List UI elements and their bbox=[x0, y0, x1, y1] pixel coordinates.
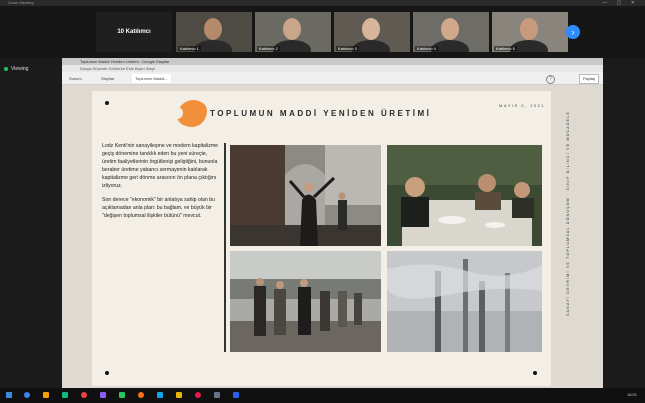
browser-menu[interactable]: Dosya Düzenle Görünüm Ekle Biçim Slayt bbox=[80, 66, 155, 71]
participant-face bbox=[204, 18, 222, 40]
participant-video-tile[interactable]: Katılımcı 2 bbox=[255, 12, 331, 52]
viewing-indicator[interactable]: Viewing bbox=[4, 66, 28, 72]
participant-face bbox=[520, 18, 538, 40]
paragraph-2: Son derece "ekonomik" bir anlatıya sahip… bbox=[102, 197, 215, 220]
taskbar-app-icon[interactable] bbox=[43, 392, 49, 398]
film-still-dinner bbox=[387, 145, 542, 246]
taskbar-app-icon[interactable] bbox=[24, 392, 30, 398]
browser-tabs: Sunum Slaytlar Toplumun Maddi... ? Payla… bbox=[62, 72, 603, 85]
participant-name: Katılımcı 2 bbox=[257, 46, 280, 51]
slide-body-text: Lodz Kenti'nin sanayileşme ve modern kap… bbox=[102, 143, 222, 228]
bullet-dot bbox=[105, 371, 109, 375]
participant-name: Katılımcı 5 bbox=[494, 46, 517, 51]
presentation-slide: TOPLUMUN MADDİ YENİDEN ÜRETİMİ MAYIS 2, … bbox=[92, 91, 570, 386]
tab-sunum[interactable]: Sunum bbox=[66, 74, 85, 83]
participant-face bbox=[441, 18, 459, 40]
film-still-archway bbox=[230, 145, 381, 246]
system-tray[interactable]: 16:01 bbox=[627, 392, 637, 397]
browser-title-bar: Toplumun Maddi Yeniden Üretimi - Google … bbox=[62, 58, 603, 65]
taskbar-app-icon[interactable] bbox=[195, 392, 201, 398]
taskbar-app-icon[interactable] bbox=[100, 392, 106, 398]
taskbar-app-icon[interactable] bbox=[157, 392, 163, 398]
speaker-tile-label: 10 Katılımcı bbox=[117, 29, 151, 35]
browser-title: Toplumun Maddi Yeniden Üretimi - Google … bbox=[80, 59, 170, 64]
taskbar-app-icon[interactable] bbox=[62, 392, 68, 398]
taskbar-app-icon[interactable] bbox=[81, 392, 87, 398]
slide-title: TOPLUMUN MADDİ YENİDEN ÜRETİMİ bbox=[210, 109, 432, 118]
clock: 16:01 bbox=[626, 392, 637, 397]
chevron-right-icon[interactable]: › bbox=[566, 25, 580, 39]
viewing-label: Viewing bbox=[11, 66, 29, 72]
tab-slaytlar[interactable]: Slaytlar bbox=[98, 74, 117, 83]
taskbar-app-icon[interactable] bbox=[176, 392, 182, 398]
participant-video-tile[interactable]: Katılımcı 1 bbox=[176, 12, 252, 52]
slide-vertical-text: SANAYİ DEVRİMİ VE TOPLUMSAL DÖNÜŞÜM · SI… bbox=[566, 110, 570, 316]
participant-name: Katılımcı 4 bbox=[415, 46, 438, 51]
participant-name: Katılımcı 3 bbox=[336, 46, 359, 51]
participant-face bbox=[362, 18, 380, 40]
tab-active-presentation[interactable]: Toplumun Maddi... bbox=[132, 74, 171, 83]
participants-strip: 10 Katılımcı Katılımcı 1 Katılımcı 2 Katıl… bbox=[0, 6, 645, 58]
participant-video-tile[interactable]: Katılımcı 4 bbox=[413, 12, 489, 52]
bullet-dot bbox=[533, 371, 537, 375]
participant-name: Katılımcı 1 bbox=[178, 46, 201, 51]
orange-blob-logo bbox=[171, 100, 207, 127]
help-icon[interactable]: ? bbox=[546, 75, 555, 84]
participant-video-tile[interactable]: Katılımcı 5 bbox=[492, 12, 568, 52]
vertical-rule bbox=[224, 143, 226, 352]
share-button[interactable]: Paylaş bbox=[578, 74, 599, 84]
zoom-app-title: Zoom Meeting bbox=[8, 0, 34, 5]
taskbar-app-icon[interactable] bbox=[233, 392, 239, 398]
film-still-chimneys bbox=[387, 251, 542, 352]
windows-start-icon[interactable] bbox=[6, 392, 12, 398]
speaker-tile[interactable]: 10 Katılımcı bbox=[96, 12, 172, 52]
paragraph-1: Lodz Kenti'nin sanayileşme ve modern kap… bbox=[102, 143, 219, 189]
taskbar-app-icon[interactable] bbox=[138, 392, 144, 398]
taskbar-app-icon[interactable] bbox=[214, 392, 220, 398]
slide-date: MAYIS 2, 2021 bbox=[499, 103, 546, 108]
bullet-dot bbox=[105, 101, 109, 105]
participant-face bbox=[283, 18, 301, 40]
participant-video-tile[interactable]: Katılımcı 3 bbox=[334, 12, 410, 52]
browser-menu-bar[interactable]: Dosya Düzenle Görünüm Ekle Biçim Slayt bbox=[62, 65, 603, 72]
taskbar-app-icon[interactable] bbox=[119, 392, 125, 398]
film-still-crowd bbox=[230, 251, 381, 352]
windows-taskbar: 16:01 bbox=[0, 388, 645, 403]
shared-screen: Toplumun Maddi Yeniden Üretimi - Google … bbox=[62, 58, 603, 388]
